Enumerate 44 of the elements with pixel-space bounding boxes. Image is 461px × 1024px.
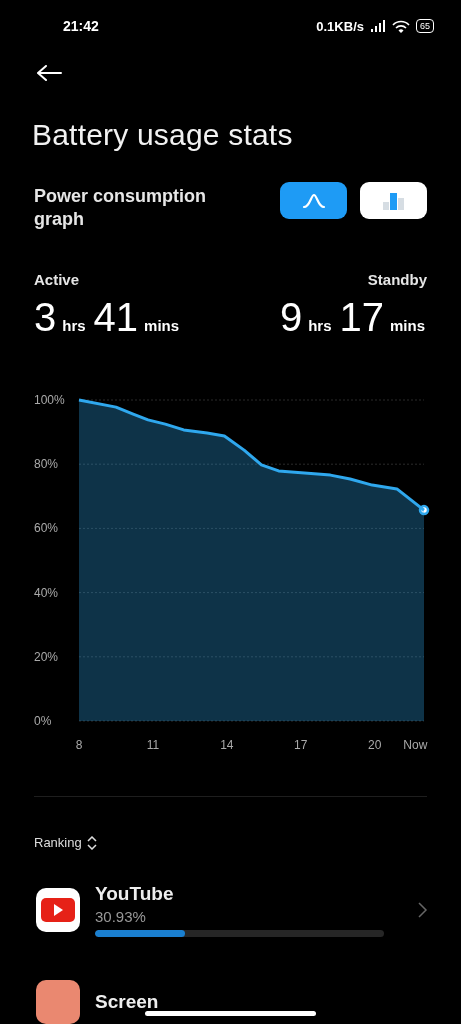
y-tick-label: 60% <box>34 521 59 536</box>
usage-percent: 30.93% <box>95 908 147 925</box>
y-tick-label: 20% <box>34 649 59 664</box>
signal-icon <box>370 20 386 32</box>
ranking-sort-button[interactable]: Ranking <box>34 835 97 850</box>
chevron-right-icon[interactable] <box>418 902 428 918</box>
wifi-icon <box>392 19 410 33</box>
app-name: Screen <box>95 991 159 1013</box>
minutes-unit: mins <box>144 317 180 334</box>
back-arrow-icon <box>37 65 63 81</box>
page-title: Battery usage stats <box>32 118 294 152</box>
hours-unit: hrs <box>308 317 332 334</box>
x-tick-label: 11 <box>146 738 160 752</box>
back-button[interactable] <box>37 65 63 81</box>
minutes-value: 41 <box>93 296 139 338</box>
network-speed: 0.1KB/s <box>316 18 364 34</box>
minutes-value: 17 <box>339 296 384 338</box>
x-tick-label: Now <box>403 738 428 752</box>
battery-level: 65 <box>420 21 430 31</box>
view-toggle-button[interactable] <box>360 182 427 219</box>
x-tick-label: 8 <box>75 738 83 752</box>
hours-value: 3 <box>34 296 57 338</box>
summary-label: Standby <box>366 271 427 288</box>
x-tick-label: 17 <box>294 738 308 752</box>
play-button-icon <box>36 888 80 932</box>
section-title: Power consumption graph <box>34 185 207 231</box>
summary-label: Active <box>34 271 81 288</box>
hours-unit: hrs <box>62 317 86 334</box>
hours-value: 9 <box>279 296 303 338</box>
app-name: YouTube <box>95 883 174 905</box>
x-tick-label: 14 <box>220 738 234 752</box>
y-tick-label: 80% <box>34 457 59 472</box>
app-icon <box>36 980 80 1024</box>
current-point-marker <box>418 504 430 516</box>
view-toggle-button[interactable] <box>280 182 347 219</box>
y-tick-label: 0% <box>34 714 52 728</box>
curve-chart-icon <box>301 192 326 209</box>
clock-time: 21:42 <box>63 18 99 34</box>
minutes-unit: mins <box>390 317 425 334</box>
x-tick-label: 20 <box>368 738 382 752</box>
bar-chart-icon <box>382 191 405 210</box>
sort-icon <box>86 835 97 850</box>
y-tick-label: 40% <box>34 585 59 600</box>
y-tick-label: 100% <box>34 393 65 407</box>
